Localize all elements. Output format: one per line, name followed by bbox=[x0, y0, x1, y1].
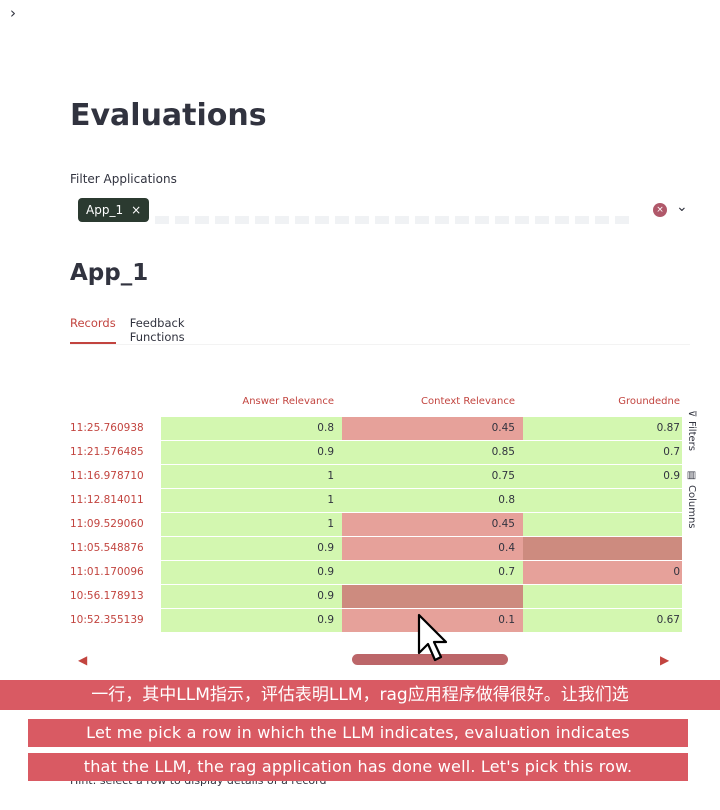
columns-label: Columns bbox=[686, 485, 697, 529]
columns-toggle[interactable]: ▥ Columns bbox=[686, 470, 697, 529]
score-cell[interactable]: 0.9 bbox=[161, 585, 342, 608]
filter-icon: ⊽ bbox=[686, 410, 697, 418]
tabs-divider bbox=[70, 344, 690, 345]
timestamp-cell[interactable]: 11:16.978710 bbox=[70, 465, 165, 488]
table-row[interactable]: 10:52.355139 0.9 0.1 0.67 bbox=[70, 608, 682, 632]
score-cell[interactable]: 0.45 bbox=[342, 417, 523, 440]
column-header-answer-relevance[interactable]: Answer Relevance bbox=[161, 390, 342, 414]
subtitle-chinese: 一行，其中LLM指示，评估表明LLM，rag应用程序做得很好。让我们选 bbox=[0, 680, 720, 710]
score-cell[interactable]: 0.8 bbox=[161, 417, 342, 440]
table-row[interactable]: 11:25.760938 0.8 0.45 0.87 bbox=[70, 416, 682, 440]
table-row[interactable]: 11:21.576485 0.9 0.85 0.7 bbox=[70, 440, 682, 464]
scroll-left-icon[interactable]: ◀ bbox=[78, 653, 87, 667]
score-cell[interactable]: 0 bbox=[523, 561, 682, 584]
scroll-right-icon[interactable]: ▶ bbox=[660, 653, 669, 667]
table-row[interactable]: 11:12.814011 1 0.8 bbox=[70, 488, 682, 512]
filters-label: Filters bbox=[686, 421, 697, 452]
timestamp-cell[interactable]: 11:25.760938 bbox=[70, 417, 165, 440]
mouse-cursor-icon bbox=[417, 613, 448, 662]
score-cell[interactable]: 0.87 bbox=[523, 417, 682, 440]
score-cell[interactable] bbox=[523, 513, 682, 536]
score-cell[interactable]: 0.7 bbox=[342, 561, 523, 584]
timestamp-cell[interactable]: 10:52.355139 bbox=[70, 609, 165, 632]
score-cell[interactable]: 0.45 bbox=[342, 513, 523, 536]
score-cell[interactable]: 0.7 bbox=[523, 441, 682, 464]
score-cell[interactable]: 1 bbox=[161, 489, 342, 512]
score-cell[interactable]: 0.9 bbox=[161, 561, 342, 584]
table-row[interactable]: 11:09.529060 1 0.45 bbox=[70, 512, 682, 536]
score-cell[interactable]: 0.8 bbox=[342, 489, 523, 512]
score-cell[interactable]: 0.9 bbox=[161, 609, 342, 632]
table-row[interactable]: 11:16.978710 1 0.75 0.9 bbox=[70, 464, 682, 488]
score-cell[interactable]: 0.4 bbox=[342, 537, 523, 560]
timestamp-cell[interactable]: 11:01.170096 bbox=[70, 561, 165, 584]
sidebar-toggle-icon[interactable]: › bbox=[10, 4, 16, 22]
subtitle-english-line-1: Let me pick a row in which the LLM indic… bbox=[28, 719, 688, 747]
column-header-groundedness[interactable]: Groundedne bbox=[523, 390, 682, 414]
timestamp-cell[interactable]: 11:21.576485 bbox=[70, 441, 165, 464]
subtitle-english-line-2: that the LLM, the rag application has do… bbox=[28, 753, 688, 781]
table-row[interactable]: 11:05.548876 0.9 0.4 bbox=[70, 536, 682, 560]
score-cell[interactable]: 0.9 bbox=[523, 465, 682, 488]
table-row[interactable]: 10:56.178913 0.9 bbox=[70, 584, 682, 608]
timestamp-cell[interactable]: 11:05.548876 bbox=[70, 537, 165, 560]
score-cell[interactable]: 0.75 bbox=[342, 465, 523, 488]
filter-applications-label: Filter Applications bbox=[70, 172, 177, 186]
faded-header-decoration bbox=[558, 28, 698, 58]
score-cell[interactable]: 0.9 bbox=[161, 537, 342, 560]
columns-icon: ▥ bbox=[686, 470, 697, 481]
grid-side-toolbar: ⊽ Filters ▥ Columns bbox=[684, 410, 700, 540]
table-row[interactable]: 11:01.170096 0.9 0.7 0 bbox=[70, 560, 682, 584]
records-grid[interactable]: Answer Relevance Context Relevance Groun… bbox=[70, 388, 682, 644]
tab-records[interactable]: Records bbox=[70, 316, 116, 344]
score-cell[interactable] bbox=[523, 585, 682, 608]
score-cell[interactable]: 0.67 bbox=[523, 609, 682, 632]
chevron-down-icon[interactable]: ⌄ bbox=[676, 199, 688, 215]
score-cell[interactable] bbox=[342, 585, 523, 608]
faded-input-area bbox=[155, 216, 635, 224]
timestamp-cell[interactable]: 10:56.178913 bbox=[70, 585, 165, 608]
column-header-context-relevance[interactable]: Context Relevance bbox=[342, 390, 523, 414]
app-chip-label: App_1 bbox=[86, 203, 124, 217]
filters-toggle[interactable]: ⊽ Filters bbox=[686, 410, 697, 451]
chip-remove-icon[interactable]: × bbox=[131, 203, 141, 217]
score-cell[interactable]: 1 bbox=[161, 513, 342, 536]
score-cell[interactable]: 0.9 bbox=[161, 441, 342, 464]
timestamp-cell[interactable]: 11:12.814011 bbox=[70, 489, 165, 512]
score-cell[interactable] bbox=[523, 489, 682, 512]
app-title: App_1 bbox=[70, 260, 149, 286]
tab-bar: Records Feedback Functions bbox=[70, 316, 240, 344]
score-cell[interactable]: 0.85 bbox=[342, 441, 523, 464]
clear-selection-icon[interactable]: × bbox=[653, 203, 667, 217]
tab-feedback-functions[interactable]: Feedback Functions bbox=[130, 316, 226, 344]
timestamp-cell[interactable]: 11:09.529060 bbox=[70, 513, 165, 536]
page-title: Evaluations bbox=[70, 98, 267, 133]
score-cell[interactable] bbox=[523, 537, 682, 560]
app-chip[interactable]: App_1 × bbox=[78, 198, 150, 222]
score-cell[interactable]: 1 bbox=[161, 465, 342, 488]
